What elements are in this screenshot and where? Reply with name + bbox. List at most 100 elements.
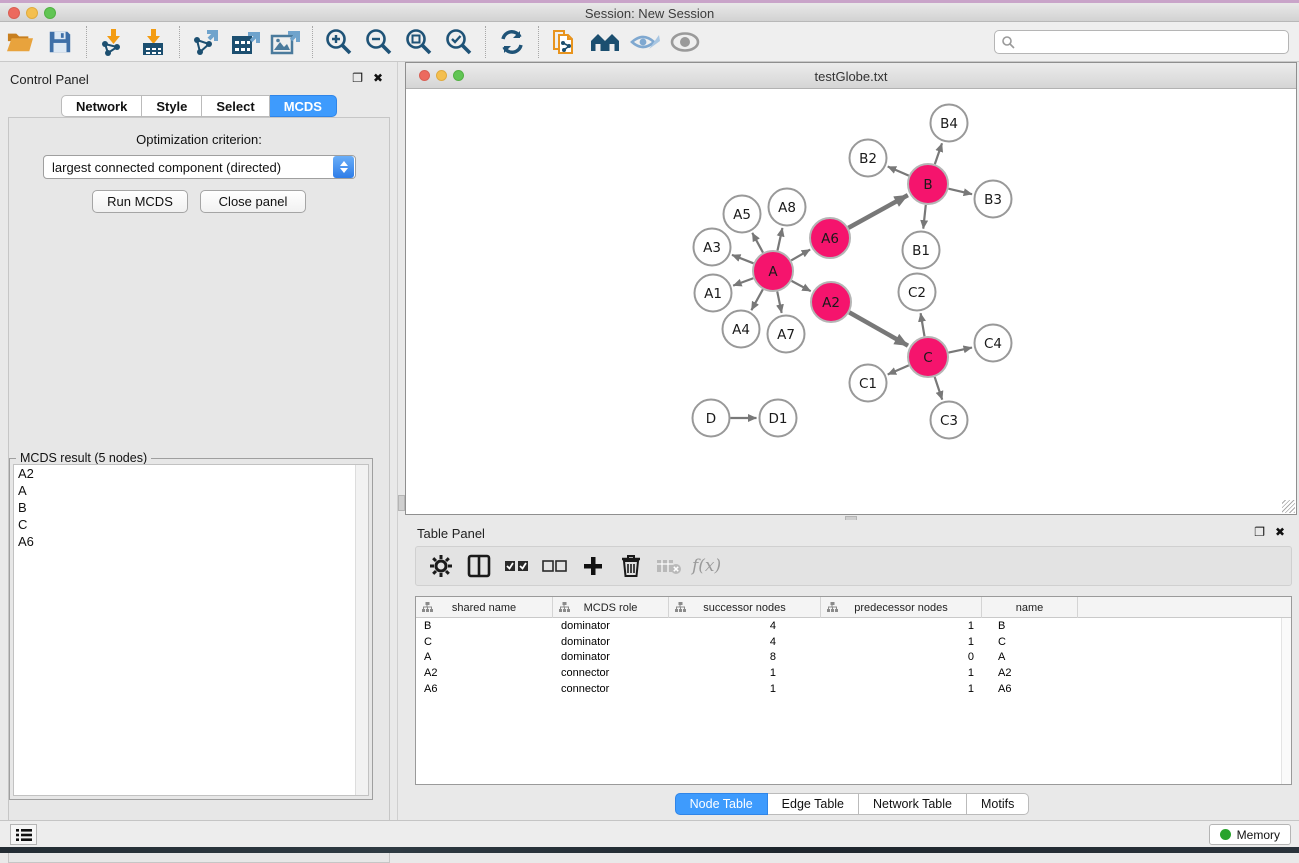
graph-edge-C-C2[interactable] — [921, 313, 925, 336]
add-column-icon[interactable] — [578, 551, 608, 581]
graph-edge-A-A5[interactable] — [752, 233, 763, 253]
table-cell[interactable]: 1 — [669, 683, 821, 695]
table-row[interactable]: A6connector11A6 — [416, 681, 1291, 697]
table-cell[interactable]: B — [416, 620, 553, 632]
table-cell[interactable]: 1 — [821, 636, 982, 648]
table-cell[interactable]: dominator — [553, 620, 669, 632]
table-cell[interactable]: 0 — [821, 651, 982, 663]
import-table-icon[interactable] — [136, 26, 170, 58]
search-input[interactable] — [1015, 35, 1288, 49]
table-cell[interactable]: 1 — [821, 683, 982, 695]
table-row[interactable]: Adominator80A — [416, 649, 1291, 665]
hide-selected-icon[interactable] — [628, 26, 662, 58]
table-cell[interactable]: connector — [553, 683, 669, 695]
export-network-icon[interactable] — [189, 26, 223, 58]
vertical-splitter-handle[interactable] — [398, 495, 405, 511]
graph-edge-C-C1[interactable] — [888, 365, 909, 374]
graph-edge-A2-C[interactable] — [849, 312, 908, 345]
zoom-selected-icon[interactable] — [442, 26, 476, 58]
copy-network-icon[interactable] — [548, 26, 582, 58]
table-cell[interactable]: A2 — [416, 667, 553, 679]
table-cell[interactable]: dominator — [553, 651, 669, 663]
deselect-all-icon[interactable] — [540, 551, 570, 581]
export-image-icon[interactable] — [269, 26, 303, 58]
show-hide-columns-icon[interactable] — [464, 551, 494, 581]
save-session-icon[interactable] — [43, 26, 77, 58]
mcds-result-item[interactable]: A2 — [14, 465, 368, 482]
float-table-panel-icon[interactable]: ❐ — [1254, 525, 1265, 539]
table-cell[interactable]: B — [982, 620, 1078, 632]
mcds-result-item[interactable]: C — [14, 516, 368, 533]
close-panel-button[interactable]: Close panel — [200, 190, 306, 213]
mcds-result-list[interactable]: A2ABCA6 — [13, 464, 369, 796]
search-box[interactable] — [994, 30, 1289, 54]
table-cell[interactable]: dominator — [553, 636, 669, 648]
column-header-name[interactable]: name — [982, 597, 1078, 618]
graph-edge-A-A7[interactable] — [777, 292, 781, 313]
show-all-icon[interactable] — [668, 26, 702, 58]
table-cell[interactable]: A — [982, 651, 1078, 663]
tab-mcds[interactable]: MCDS — [270, 95, 337, 117]
close-table-panel-icon[interactable]: ✖ — [1275, 525, 1285, 539]
graph-edge-A-A8[interactable] — [777, 228, 782, 250]
graph-edge-A-A4[interactable] — [751, 289, 762, 310]
node-table[interactable]: shared nameMCDS rolesuccessor nodesprede… — [415, 596, 1292, 785]
table-cell[interactable]: 4 — [669, 620, 821, 632]
open-session-icon[interactable] — [3, 26, 37, 58]
graph-edge-C-C3[interactable] — [935, 377, 943, 400]
graph-edge-B-B4[interactable] — [935, 143, 942, 164]
close-panel-icon[interactable]: ✖ — [373, 71, 383, 85]
column-header-mcds-role[interactable]: MCDS role — [553, 597, 669, 618]
tab-motifs[interactable]: Motifs — [967, 793, 1029, 815]
graph-edge-A-A3[interactable] — [732, 255, 753, 263]
table-cell[interactable]: 1 — [821, 667, 982, 679]
table-cell[interactable]: C — [982, 636, 1078, 648]
table-cell[interactable]: 1 — [669, 667, 821, 679]
mcds-result-item[interactable]: B — [14, 499, 368, 516]
graph-edge-B-B3[interactable] — [948, 189, 972, 194]
graph-edge-A6-B[interactable] — [848, 195, 907, 228]
optimization-criterion-dropdown[interactable]: largest connected component (directed) — [43, 155, 356, 179]
table-cell[interactable]: 1 — [821, 620, 982, 632]
table-row[interactable]: A2connector11A2 — [416, 665, 1291, 681]
scrollbar-track[interactable] — [355, 465, 368, 795]
tab-select[interactable]: Select — [202, 95, 269, 117]
column-header-shared-name[interactable]: shared name — [416, 597, 553, 618]
table-row[interactable]: Cdominator41C — [416, 634, 1291, 650]
zoom-fit-content-icon[interactable] — [402, 26, 436, 58]
graph-edge-B-B2[interactable] — [888, 167, 909, 176]
task-history-button[interactable] — [10, 824, 37, 845]
table-scrollbar-track[interactable] — [1281, 618, 1291, 784]
zoom-in-icon[interactable] — [322, 26, 356, 58]
network-graph-canvas[interactable]: B4B2BB3A8A5A6A3B1AA1C2A2A4A7C4CC1C3DD1 — [406, 89, 1296, 514]
zoom-out-icon[interactable] — [362, 26, 396, 58]
table-cell[interactable]: A6 — [416, 683, 553, 695]
tab-edge-table[interactable]: Edge Table — [768, 793, 859, 815]
table-row[interactable]: Bdominator41B — [416, 618, 1291, 634]
column-header-successor-nodes[interactable]: successor nodes — [669, 597, 821, 618]
delete-selected-icon[interactable] — [616, 551, 646, 581]
column-header-predecessor-nodes[interactable]: predecessor nodes — [821, 597, 982, 618]
graph-edge-A-A2[interactable] — [792, 281, 811, 291]
graph-edge-A-A1[interactable] — [733, 278, 753, 285]
graph-edge-C-C4[interactable] — [949, 348, 972, 353]
memory-button[interactable]: Memory — [1209, 824, 1291, 845]
run-mcds-button[interactable]: Run MCDS — [92, 190, 188, 213]
graph-edge-A-A6[interactable] — [791, 250, 810, 261]
tab-network[interactable]: Network — [61, 95, 142, 117]
table-cell[interactable]: A6 — [982, 683, 1078, 695]
table-cell[interactable]: connector — [553, 667, 669, 679]
tab-network-table[interactable]: Network Table — [859, 793, 967, 815]
export-table-icon[interactable] — [229, 26, 263, 58]
mcds-result-item[interactable]: A — [14, 482, 368, 499]
tab-node-table[interactable]: Node Table — [675, 793, 768, 815]
first-neighbors-icon[interactable] — [588, 26, 622, 58]
select-all-icon[interactable] — [502, 551, 532, 581]
graph-edge-B-B1[interactable] — [923, 205, 926, 229]
apply-preferred-layout-icon[interactable] — [495, 26, 529, 58]
table-cell[interactable]: A2 — [982, 667, 1078, 679]
table-cell[interactable]: 8 — [669, 651, 821, 663]
table-cell[interactable]: A — [416, 651, 553, 663]
tab-style[interactable]: Style — [142, 95, 202, 117]
table-cell[interactable]: 4 — [669, 636, 821, 648]
